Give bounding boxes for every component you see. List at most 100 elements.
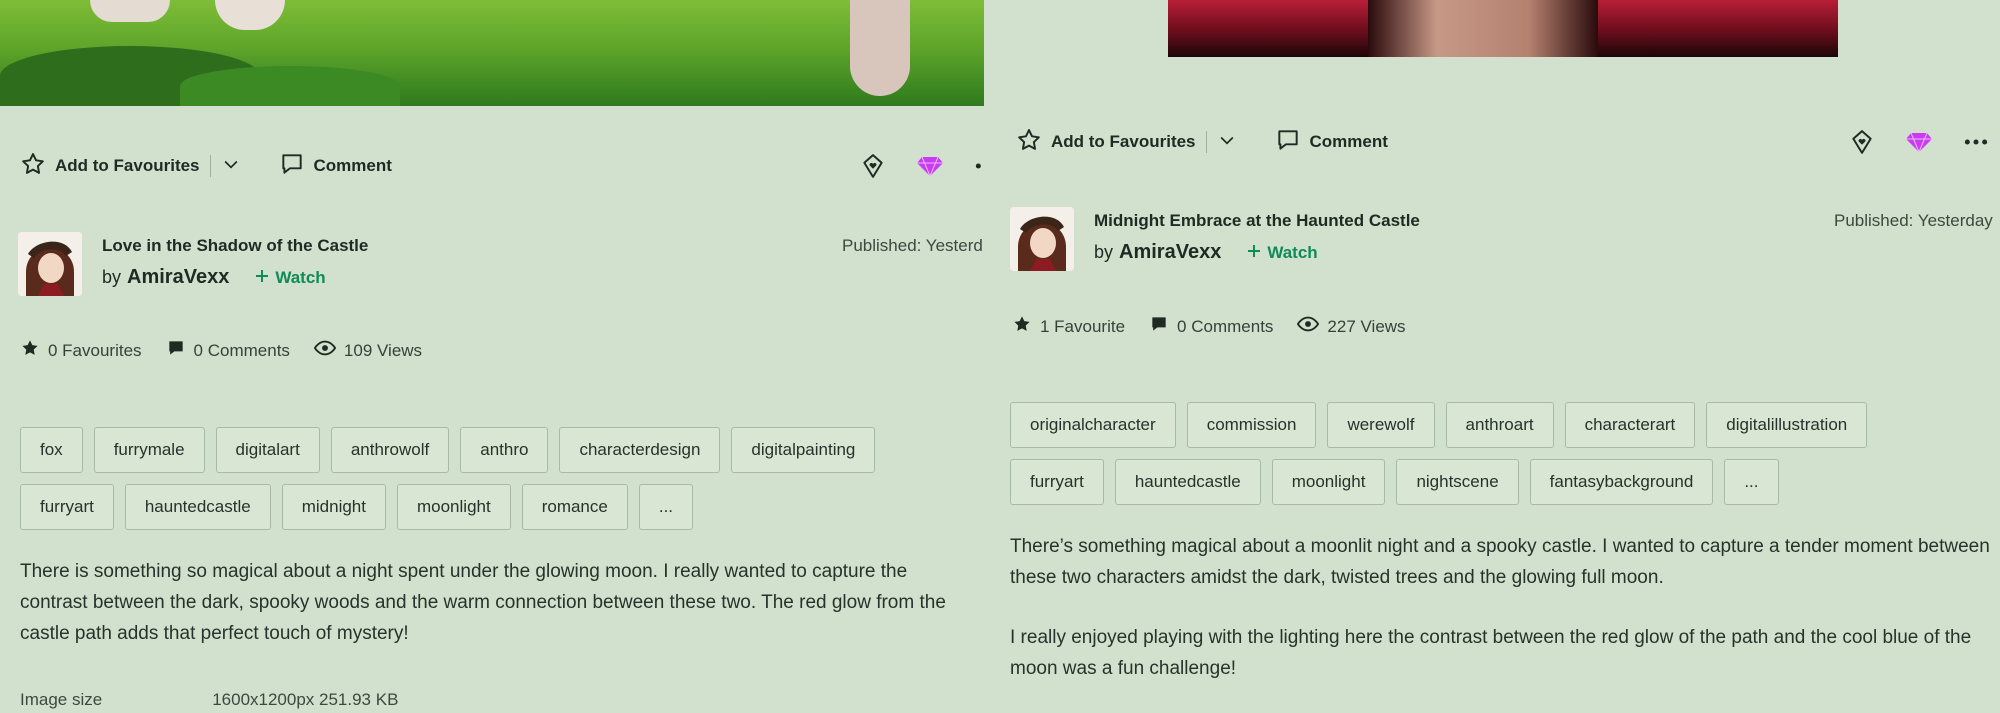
tag[interactable]: hauntedcastle [1114,459,1261,505]
tag[interactable]: werewolf [1327,402,1435,448]
tag[interactable]: commission [1186,402,1317,448]
tag[interactable]: digitalart [215,427,320,473]
description-paragraph: There’s something magical about a moonli… [1010,536,1990,588]
tag[interactable]: anthro [460,427,549,473]
shield-heart-icon[interactable] [1849,129,1875,155]
tag[interactable]: furrymale [93,427,205,473]
comment-icon [279,151,305,182]
author-name[interactable]: AmiraVexx [127,266,229,289]
deviation-panel-left: Add to Favourites Comment Love in the Sh… [0,0,984,713]
star-outline-icon [1016,127,1042,158]
more-icon[interactable] [974,153,984,179]
watch-label: Watch [1267,242,1318,262]
comment-icon [1275,127,1301,158]
description-paragraph: I really enjoyed playing with the lighti… [1010,627,1972,679]
watch-label: Watch [275,267,326,287]
tag[interactable]: originalcharacter [1010,402,1176,448]
tag[interactable]: furryart [20,484,114,530]
chevron-down-icon [221,154,241,179]
tag[interactable]: furryart [1010,459,1104,505]
image-size-value: 1600x1200px 251.93 KB [212,690,399,709]
favourite-label: Add to Favourites [1051,132,1196,151]
deviation-panel-right: Add to Favourites Comment Midnight Embra… [994,0,2000,713]
favourites-count: 0 Favourites [48,340,142,360]
plus-icon [1247,243,1261,263]
tag[interactable]: midnight [281,484,386,530]
favourite-options-button[interactable] [1205,130,1237,155]
secondary-actions [860,146,984,186]
tag[interactable]: anthrowolf [330,427,450,473]
artwork-image[interactable] [1168,0,1838,57]
image-size-row: Image size 1600x1200px 251.93 KB [20,690,398,710]
gem-icon[interactable] [1905,129,1933,155]
watch-button[interactable]: Watch [255,267,326,288]
stats-row: 0 Favourites 0 Comments 109 Views [20,337,422,364]
author-block: Love in the Shadow of the Castle by Amir… [18,232,368,296]
watch-button[interactable]: Watch [1247,242,1318,263]
comment-button[interactable]: Comment [1275,127,1388,158]
description-paragraph: There is something so magical about a ni… [20,561,946,644]
comments-stat: 0 Comments [166,338,290,363]
gem-icon[interactable] [916,153,944,179]
published-date: Published: Yesterd [842,236,983,255]
chevron-down-icon [1217,130,1237,155]
description: There is something so magical about a ni… [20,556,980,649]
tag[interactable]: characterdesign [559,427,721,473]
tag[interactable]: nightscene [1396,459,1519,505]
plus-icon [255,268,269,288]
tag[interactable]: fox [20,427,83,473]
more-tags-button[interactable]: ... [638,484,694,530]
tag[interactable]: digitalpainting [731,427,876,473]
tag[interactable]: fantasybackground [1529,459,1714,505]
tag-list: originalcharacter commission werewolf an… [1010,402,1970,505]
eye-icon [313,337,337,364]
description: There’s something magical about a moonli… [1010,531,1995,684]
add-to-favourites-button[interactable]: Add to Favourites [1016,127,1196,158]
action-bar: Add to Favourites Comment [1016,122,1388,162]
comments-count: 0 Comments [1177,316,1274,336]
panel-divider [984,0,994,713]
author-block: Midnight Embrace at the Haunted Castle b… [1010,207,1420,271]
author-name[interactable]: AmiraVexx [1119,241,1221,264]
comment-filled-icon [166,338,186,363]
deviation-title[interactable]: Love in the Shadow of the Castle [102,236,368,256]
tag[interactable]: moonlight [1271,459,1386,505]
comment-button[interactable]: Comment [279,151,392,182]
shield-heart-icon[interactable] [860,153,886,179]
favourite-options-button[interactable] [209,154,241,179]
views-stat: 109 Views [313,337,423,364]
more-icon[interactable] [1963,129,1989,155]
comments-stat: 0 Comments [1149,314,1273,339]
more-tags-button[interactable]: ... [1724,459,1779,505]
add-to-favourites-button[interactable]: Add to Favourites [20,151,200,182]
artwork-image[interactable] [0,0,984,106]
tag[interactable]: anthroart [1445,402,1554,448]
favourites-stat: 0 Favourites [20,338,142,363]
star-outline-icon [20,151,46,182]
tag[interactable]: digitalillustration [1706,402,1868,448]
tag[interactable]: moonlight [396,484,511,530]
views-count: 109 Views [343,340,423,360]
star-filled-icon [20,338,40,363]
tag-list: fox furrymale digitalart anthrowolf anth… [20,427,960,530]
tag[interactable]: hauntedcastle [124,484,271,530]
tag[interactable]: romance [521,484,628,530]
deviation-title[interactable]: Midnight Embrace at the Haunted Castle [1094,211,1420,231]
views-stat: 227 Views [1297,313,1406,340]
secondary-actions [1849,122,1989,162]
tag[interactable]: characterart [1564,402,1696,448]
avatar[interactable] [18,232,82,296]
published-date: Published: Yesterday [1834,211,1993,230]
by-label: by [1094,242,1114,262]
stats-row: 1 Favourite 0 Comments 227 Views [1012,313,1406,340]
views-count: 227 Views [1327,316,1406,336]
comment-filled-icon [1149,314,1169,339]
comment-label: Comment [1309,132,1388,151]
action-bar: Add to Favourites Comment [20,146,392,186]
favourite-label: Add to Favourites [55,156,200,175]
by-label: by [102,267,122,287]
favourites-count: 1 Favourite [1040,316,1126,336]
star-filled-icon [1012,314,1032,339]
favourites-stat: 1 Favourite [1012,314,1125,339]
avatar[interactable] [1010,207,1074,271]
